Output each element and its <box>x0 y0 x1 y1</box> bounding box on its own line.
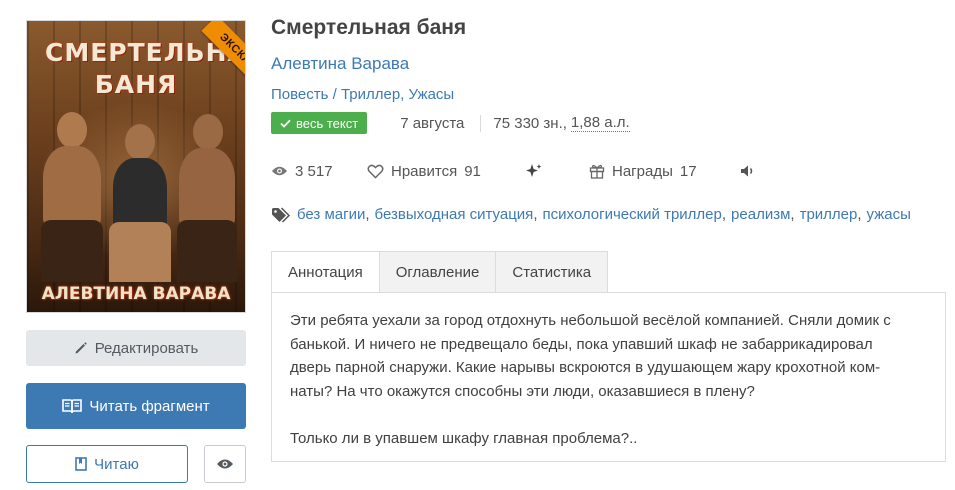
book-open-icon <box>62 399 83 414</box>
awards-label: Награды <box>612 162 673 180</box>
full-text-badge-label: весь текст <box>296 115 359 131</box>
book-cover[interactable]: СМЕРТЕЛЬНАЯ БАНЯ АЛЕВТИНА ВАРАВА ЭКСКЛЮЗ… <box>26 20 246 313</box>
ai-sparkle-stat[interactable] <box>525 160 543 182</box>
publish-date: 7 августа <box>400 114 482 132</box>
reading-button-label: Читаю <box>94 455 139 473</box>
tab-bar: Аннотация Оглавление Статистика <box>271 251 609 293</box>
tag-link[interactable]: ужасы <box>867 206 911 223</box>
tab-statistics[interactable]: Статистика <box>496 251 609 293</box>
speaker-icon <box>741 165 753 177</box>
likes-stat[interactable]: Нравится 91 <box>367 160 481 182</box>
cover-figure-middle <box>107 122 173 282</box>
awards-count: 17 <box>679 162 697 180</box>
tag-separator: , <box>365 206 370 223</box>
tag-link[interactable]: без магии <box>297 206 365 223</box>
annotation-line: Только ли в упавшем шкафу главная пробле… <box>290 429 638 447</box>
check-icon <box>280 119 291 128</box>
tag-separator: , <box>857 206 862 223</box>
watch-button[interactable] <box>204 445 246 483</box>
annotation-line: дверь парной снаружи. Какие нарывы вскро… <box>290 359 881 376</box>
cover-figure-right <box>173 114 241 282</box>
book-title: Смертельная баня <box>271 16 467 39</box>
views-stat: 3 517 <box>271 160 333 182</box>
likes-label: Нравится <box>391 162 458 180</box>
read-fragment-button[interactable]: Читать фрагмент <box>26 383 246 429</box>
tab-annotation[interactable]: Аннотация <box>271 251 380 293</box>
tag-link[interactable]: триллер <box>800 206 858 223</box>
cover-author: АЛЕВТИНА ВАРАВА <box>41 284 231 304</box>
eye-icon <box>271 166 288 176</box>
heart-icon <box>367 164 384 179</box>
gift-icon <box>589 164 605 179</box>
cover-figure-left <box>37 112 107 282</box>
book-meta-row: весь текст 7 августа 75 330 зн., 1,88 а.… <box>271 111 630 135</box>
author-sheets[interactable]: 1,88 а.л. <box>570 114 630 132</box>
likes-count: 91 <box>464 162 481 180</box>
book-author-link[interactable]: Алевтина Варава <box>271 54 409 74</box>
bookmark-icon <box>75 457 87 471</box>
tag-link[interactable]: реализм <box>731 206 790 223</box>
annotation-panel: Эти ребята уехали за город отдохнуть неб… <box>271 292 946 462</box>
edit-button[interactable]: Редактировать <box>26 330 246 366</box>
awards-stat[interactable]: Награды 17 <box>589 160 697 182</box>
book-size: 75 330 зн., <box>493 114 567 132</box>
annotation-line: Эти ребята уехали за город отдохнуть неб… <box>290 312 891 329</box>
tag-separator: , <box>721 206 727 223</box>
eye-icon <box>217 459 233 469</box>
tag-separator: , <box>790 206 795 223</box>
tab-contents[interactable]: Оглавление <box>379 251 497 293</box>
views-count: 3 517 <box>295 162 333 180</box>
annotation-line: наты? На что окажутся способны эти люди,… <box>290 382 755 400</box>
pencil-icon <box>75 342 87 354</box>
tag-link[interactable]: безвыходная ситуация <box>375 206 534 223</box>
tags-row: без магии, безвыходная ситуация, психоло… <box>271 206 911 223</box>
tag-separator: , <box>533 206 538 223</box>
tag-link[interactable]: психологический триллер <box>542 206 721 223</box>
book-genres-link[interactable]: Повесть / Триллер, Ужасы <box>271 86 454 103</box>
full-text-badge: весь текст <box>271 112 368 134</box>
reading-button[interactable]: Читаю <box>26 445 188 483</box>
annotation-line: банькой. И ничего не предвещало беды, по… <box>290 335 873 353</box>
sparkle-icon <box>526 164 542 177</box>
audio-stat[interactable] <box>740 160 756 182</box>
tag-icon <box>272 206 291 223</box>
cover-title: СМЕРТЕЛЬНАЯ БАНЯ <box>45 38 246 99</box>
edit-button-label: Редактировать <box>94 339 199 357</box>
read-fragment-label: Читать фрагмент <box>89 397 210 415</box>
